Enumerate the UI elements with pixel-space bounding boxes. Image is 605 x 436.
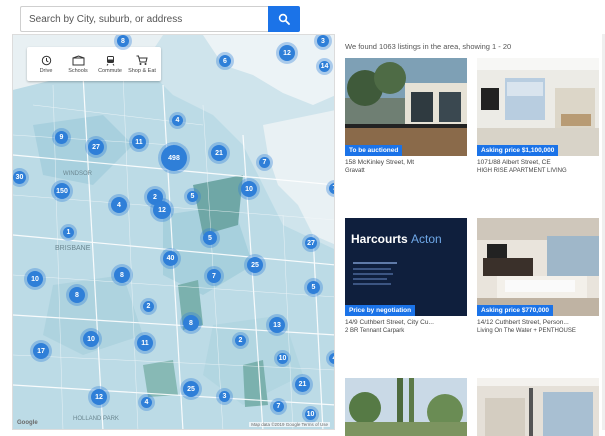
map-cluster[interactable]: 11 [132, 135, 146, 149]
listing-photo: Asking price $1,100,000 [477, 58, 599, 156]
listing-photo [477, 378, 599, 436]
svg-text:BRISBANE: BRISBANE [55, 245, 91, 252]
listing-subtitle: 2 BR Tennant Carpark [345, 328, 405, 334]
school-icon [72, 54, 84, 65]
listing-address: 14/9 Cuthbert Street, City Cu... [345, 319, 434, 326]
map-cluster[interactable]: 25 [247, 257, 263, 273]
map-cluster[interactable]: 3 [219, 391, 230, 402]
listing-badge: Asking price $1,100,000 [477, 145, 559, 156]
tool-label: Commute [98, 67, 122, 74]
map-cluster[interactable]: 2 [235, 335, 246, 346]
map-logo: Google [17, 420, 38, 426]
map-cluster[interactable]: 5 [187, 191, 198, 202]
map-cluster[interactable]: 4 [329, 353, 334, 364]
map-cluster[interactable]: 12 [153, 201, 171, 219]
map-cluster[interactable]: 1 [63, 227, 74, 238]
map-cluster[interactable]: 10 [83, 331, 99, 347]
map-cluster[interactable]: 2 [143, 301, 154, 312]
svg-text:HOLLAND PARK: HOLLAND PARK [73, 416, 119, 422]
map-cluster[interactable]: 10 [305, 409, 316, 420]
agency-logo: Harcourts Acton [351, 232, 442, 246]
map-cluster[interactable]: 25 [183, 381, 199, 397]
listing-card[interactable]: Harcourts Acton Price by negotiation 14/… [345, 218, 467, 335]
tool-shop-eat[interactable]: Shop & Eat [127, 49, 157, 79]
map-cluster[interactable]: 8 [114, 267, 130, 283]
map-cluster[interactable]: 7 [329, 183, 334, 194]
map-cluster[interactable]: 150 [54, 183, 70, 199]
car-clock-icon [41, 55, 51, 65]
map-cluster[interactable]: 10 [277, 353, 288, 364]
map-cluster[interactable]: 4 [141, 397, 152, 408]
search-icon [278, 13, 290, 25]
tool-label: Shop & Eat [128, 67, 156, 74]
map-cluster[interactable]: 40 [163, 251, 178, 266]
map-cluster[interactable]: 8 [69, 287, 85, 303]
svg-text:WINDSOR: WINDSOR [63, 171, 93, 177]
map-cluster[interactable]: 6 [219, 55, 231, 67]
map-cluster[interactable]: 5 [203, 231, 217, 245]
listing-photo: Asking price $770,000 [477, 218, 599, 316]
map-cluster[interactable]: 14 [319, 61, 330, 72]
listing-card[interactable] [345, 378, 467, 436]
map-cluster[interactable]: 11 [137, 335, 153, 351]
map-cluster[interactable]: 27 [305, 237, 317, 249]
listing-photo: To be auctioned [345, 58, 467, 156]
listing-badge: Asking price $770,000 [477, 305, 553, 316]
map-cluster[interactable]: 3 [317, 35, 329, 47]
map-cluster[interactable]: 10 [27, 271, 43, 287]
listing-photo [345, 378, 467, 436]
map-cluster[interactable]: 7 [207, 269, 221, 283]
search-button[interactable] [268, 6, 300, 32]
map-cluster[interactable]: 9 [55, 131, 68, 144]
map-cluster[interactable]: 12 [91, 389, 107, 405]
map-cluster[interactable]: 8 [117, 35, 129, 47]
map-cluster[interactable]: 5 [307, 281, 320, 294]
listing-subtitle: Living On The Water + PENTHOUSE [477, 328, 576, 334]
listing-card[interactable]: To be auctioned 158 McKinley Street, Mt … [345, 58, 467, 175]
listing-card[interactable]: Asking price $770,000 14/12 Cuthbert Str… [477, 218, 599, 335]
map-cluster[interactable]: 21 [211, 145, 227, 161]
search-input[interactable] [20, 6, 268, 32]
map-base: WINDSOR BRISBANE HOLLAND PARK [13, 35, 334, 429]
listing-card[interactable] [477, 378, 599, 436]
map-cluster[interactable]: 4 [111, 197, 127, 213]
map-cluster[interactable]: 17 [33, 343, 49, 359]
map-cluster[interactable]: 498 [161, 145, 187, 171]
map-cluster[interactable]: 7 [273, 401, 284, 412]
listing-badge: Price by negotiation [345, 305, 416, 316]
listing-badge: To be auctioned [345, 145, 403, 156]
map-cluster[interactable]: 27 [88, 139, 104, 155]
map-attribution[interactable]: Map data ©2019 Google Terms of Use [249, 422, 330, 427]
listing-card[interactable]: Asking price $1,100,000 1071/88 Albert S… [477, 58, 599, 175]
tool-label: Drive [39, 67, 53, 74]
map-cluster[interactable]: 8 [183, 315, 199, 331]
map-cluster[interactable]: 7 [259, 157, 270, 168]
train-icon [106, 55, 114, 66]
tool-label: Schools [68, 67, 88, 74]
results-count: We found 1063 listings in the area, show… [345, 42, 512, 51]
search-bar [20, 6, 300, 32]
map-cluster[interactable]: 10 [241, 181, 257, 197]
listing-subtitle: Gravatt [345, 168, 365, 174]
listing-address: 158 McKinley Street, Mt [345, 159, 414, 166]
map-cluster[interactable]: 21 [295, 377, 310, 392]
listing-address: 14/12 Cuthbert Street, Person... [477, 319, 569, 326]
listing-photo: Harcourts Acton Price by negotiation [345, 218, 467, 316]
tool-drive[interactable]: Drive [31, 49, 61, 79]
map[interactable]: WINDSOR BRISBANE HOLLAND PARK Drive Scho… [12, 34, 335, 430]
map-cluster[interactable]: 30 [13, 171, 26, 184]
tool-schools[interactable]: Schools [63, 49, 93, 79]
map-cluster[interactable]: 13 [269, 317, 285, 333]
map-cluster[interactable]: 12 [279, 45, 295, 61]
listing-subtitle: HIGH RISE APARTMENT LIVING [477, 168, 567, 174]
tool-commute[interactable]: Commute [95, 49, 125, 79]
cart-icon [136, 55, 148, 65]
map-cluster[interactable]: 4 [172, 115, 183, 126]
listing-address: 1071/88 Albert Street, CE [477, 159, 551, 166]
map-tools: Drive Schools Commute Shop & Eat [27, 47, 161, 81]
